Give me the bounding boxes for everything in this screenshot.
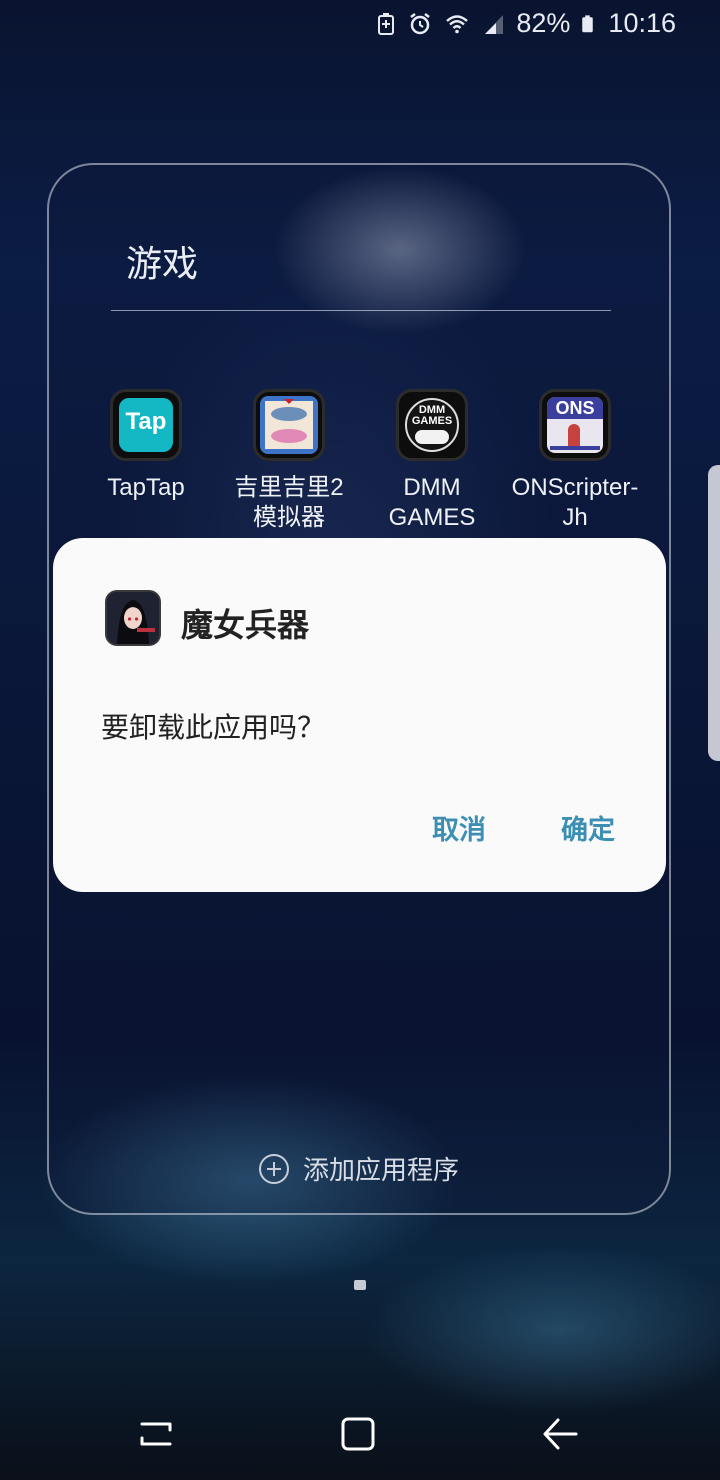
- confirm-button[interactable]: 确定: [561, 808, 615, 847]
- wifi-icon: [446, 14, 469, 33]
- signal-icon: [485, 14, 504, 34]
- folder-title-divider: [111, 310, 611, 311]
- battery-percent: 82%: [516, 8, 571, 38]
- dmm-games-app-icon[interactable]: DMM GAMES: [396, 389, 468, 461]
- add-apps-button[interactable]: 添加应用程序: [259, 1150, 459, 1187]
- alarm-icon: [410, 12, 431, 34]
- app-dmm-games[interactable]: DMM GAMES DMM GAMES: [362, 389, 502, 533]
- folder-title[interactable]: 游戏: [126, 235, 198, 287]
- status-icons: 82% 10:16: [374, 8, 676, 39]
- app-onscripter[interactable]: ONS ONScripter- Jh: [505, 389, 645, 533]
- folder-app-grid: Tap TapTap 吉里吉里2 模拟器 DMM GAMES DMM GAMES…: [49, 389, 673, 549]
- status-bar: 82% 10:16: [0, 0, 720, 50]
- battery-icon: [582, 14, 594, 32]
- page-indicator: [354, 1280, 366, 1290]
- character-avatar-icon: [107, 592, 159, 644]
- cancel-button[interactable]: 取消: [432, 808, 486, 847]
- games-logo-text: GAMES: [411, 415, 453, 427]
- home-icon[interactable]: [334, 1410, 382, 1458]
- app-kirikiri2[interactable]: 吉里吉里2 模拟器: [219, 389, 359, 533]
- dialog-app-name: 魔女兵器: [181, 606, 310, 644]
- onscripter-app-icon[interactable]: ONS: [539, 389, 611, 461]
- edge-panel-handle[interactable]: [708, 465, 720, 761]
- clock: 10:16: [608, 8, 676, 38]
- app-label-taptap: TapTap: [107, 474, 185, 501]
- taptap-logo-text: Tap: [125, 408, 167, 435]
- taptap-app-icon[interactable]: Tap: [110, 389, 182, 461]
- dialog-message: 要卸载此应用吗？: [101, 711, 326, 744]
- kirikiri2-app-icon[interactable]: [253, 389, 325, 461]
- add-apps-label: 添加应用程序: [303, 1156, 460, 1186]
- ons-logo-text: ONS: [555, 398, 595, 418]
- app-taptap[interactable]: Tap TapTap: [76, 389, 216, 503]
- gamepad-icon: [415, 430, 449, 444]
- fish-icon: [260, 396, 318, 454]
- add-circle-icon: [259, 1153, 289, 1184]
- app-icon-witch-weapon: [105, 590, 161, 646]
- battery-saver-icon: [378, 12, 395, 35]
- recents-icon[interactable]: [132, 1410, 180, 1458]
- app-label-kirikiri2: 吉里吉里2 模拟器: [234, 474, 344, 531]
- navigation-bar: [0, 1390, 720, 1480]
- back-icon[interactable]: [536, 1410, 584, 1458]
- app-label-onscripter: ONScripter- Jh: [511, 474, 639, 531]
- uninstall-dialog: 魔女兵器 要卸载此应用吗？ 取消 确定: [53, 538, 666, 892]
- app-label-dmm-games: DMM GAMES: [388, 474, 476, 531]
